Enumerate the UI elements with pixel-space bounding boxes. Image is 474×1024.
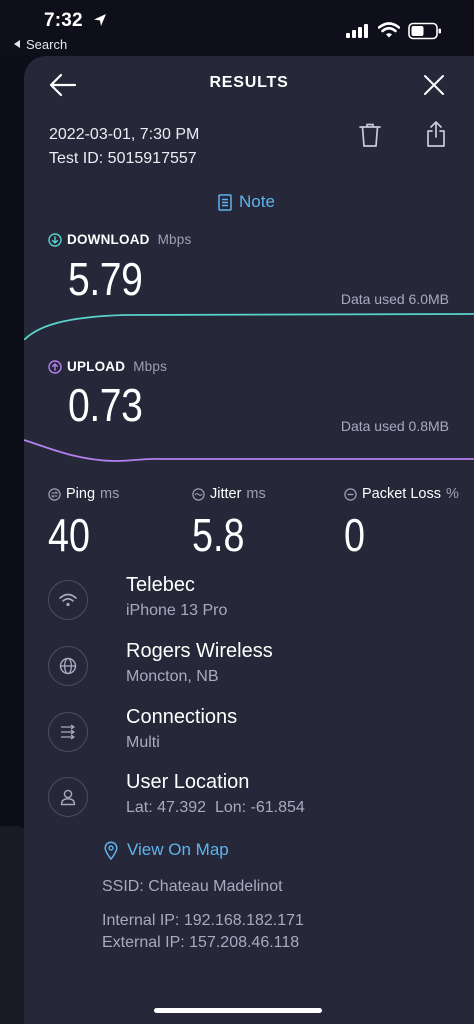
- jitter-header: Jitter ms: [192, 486, 266, 502]
- wifi-icon-circle: [48, 580, 88, 620]
- device-name: iPhone 13 Pro: [126, 602, 228, 619]
- user-location-row: User Location Lat: 47.392 Lon: -61.854: [48, 771, 468, 827]
- ssid: SSID: Chateau Madelinot: [102, 878, 283, 895]
- download-graph: [24, 313, 474, 340]
- download-arrow-icon: [48, 232, 62, 247]
- ping-stat: Ping ms 40: [48, 486, 119, 562]
- view-on-map-link[interactable]: View On Map: [104, 840, 229, 860]
- download-unit: Mbps: [157, 232, 192, 247]
- ping-icon: [48, 487, 61, 501]
- globe-icon: [59, 657, 77, 675]
- provider-row: Telebec iPhone 13 Pro: [48, 574, 468, 630]
- ping-value: 40: [48, 509, 90, 561]
- connections-row: Connections Multi: [48, 706, 468, 762]
- ping-header: Ping ms: [48, 486, 119, 502]
- home-indicator: [154, 1008, 322, 1013]
- user-icon-circle: [48, 777, 88, 817]
- packet-loss-label: Packet Loss: [362, 486, 441, 502]
- server-row: Rogers Wireless Moncton, NB: [48, 640, 468, 696]
- note-button[interactable]: Note: [218, 192, 275, 212]
- back-to-search-link[interactable]: Search: [14, 37, 67, 52]
- view-on-map-label: View On Map: [127, 840, 229, 859]
- packet-loss-header: Packet Loss %: [344, 486, 459, 502]
- trash-icon[interactable]: [358, 122, 382, 148]
- upload-value: 0.73: [68, 379, 143, 431]
- wifi-icon: [59, 593, 77, 607]
- server-name: Rogers Wireless: [126, 640, 273, 662]
- map-pin-icon: [104, 840, 118, 860]
- user-location-title: User Location: [126, 771, 250, 793]
- packet-loss-stat: Packet Loss % 0: [344, 486, 459, 562]
- status-time: 7:32: [44, 10, 83, 31]
- globe-icon-circle: [48, 646, 88, 686]
- back-triangle-icon: [14, 40, 20, 48]
- status-bar: 7:32 Search: [0, 0, 474, 56]
- upload-data-used: Data used 0.8MB: [340, 418, 449, 434]
- server-location: Moncton, NB: [126, 668, 219, 685]
- provider-name: Telebec: [126, 574, 195, 596]
- external-ip: External IP: 157.208.46.118: [102, 934, 300, 951]
- upload-arrow-icon: [48, 359, 62, 374]
- packet-loss-icon: [344, 487, 357, 501]
- upload-label: UPLOAD: [67, 359, 126, 374]
- user-coordinates: Lat: 47.392 Lon: -61.854: [126, 799, 305, 816]
- packet-loss-value: 0: [344, 509, 365, 561]
- download-header: DOWNLOAD Mbps: [48, 232, 191, 247]
- close-icon[interactable]: [422, 73, 446, 97]
- note-icon: [218, 193, 232, 211]
- jitter-stat: Jitter ms 5.8: [192, 486, 266, 562]
- upload-header: UPLOAD Mbps: [48, 359, 167, 374]
- jitter-value: 5.8: [192, 509, 245, 561]
- test-id: Test ID: 5015917557: [49, 150, 197, 167]
- share-icon[interactable]: [424, 120, 448, 148]
- jitter-icon: [192, 487, 205, 501]
- upload-unit: Mbps: [133, 359, 168, 374]
- ping-unit: ms: [100, 486, 120, 502]
- battery-icon: [408, 22, 441, 40]
- wifi-status-icon: [378, 22, 400, 38]
- jitter-unit: ms: [246, 486, 266, 502]
- location-arrow-icon: [94, 14, 106, 26]
- connections-icon: [61, 724, 75, 740]
- connections-icon-circle: [48, 712, 88, 752]
- connections-title: Connections: [126, 706, 238, 728]
- packet-loss-unit: %: [446, 486, 459, 502]
- jitter-label: Jitter: [210, 486, 242, 502]
- ping-label: Ping: [66, 486, 96, 502]
- back-to-search-label: Search: [26, 37, 68, 52]
- internal-ip: Internal IP: 192.168.182.171: [102, 912, 304, 929]
- cellular-signal-icon: [346, 24, 368, 38]
- page-title: RESULTS: [209, 74, 289, 91]
- user-icon: [60, 789, 76, 806]
- results-sheet: RESULTS 2022-03-01, 7:30 PM Test ID: 501…: [24, 56, 474, 1024]
- connections-value: Multi: [126, 734, 160, 751]
- upload-graph: [24, 439, 474, 462]
- download-value: 5.79: [68, 253, 143, 305]
- note-label: Note: [239, 192, 275, 211]
- download-label: DOWNLOAD: [67, 232, 150, 247]
- test-datetime: 2022-03-01, 7:30 PM: [49, 126, 200, 143]
